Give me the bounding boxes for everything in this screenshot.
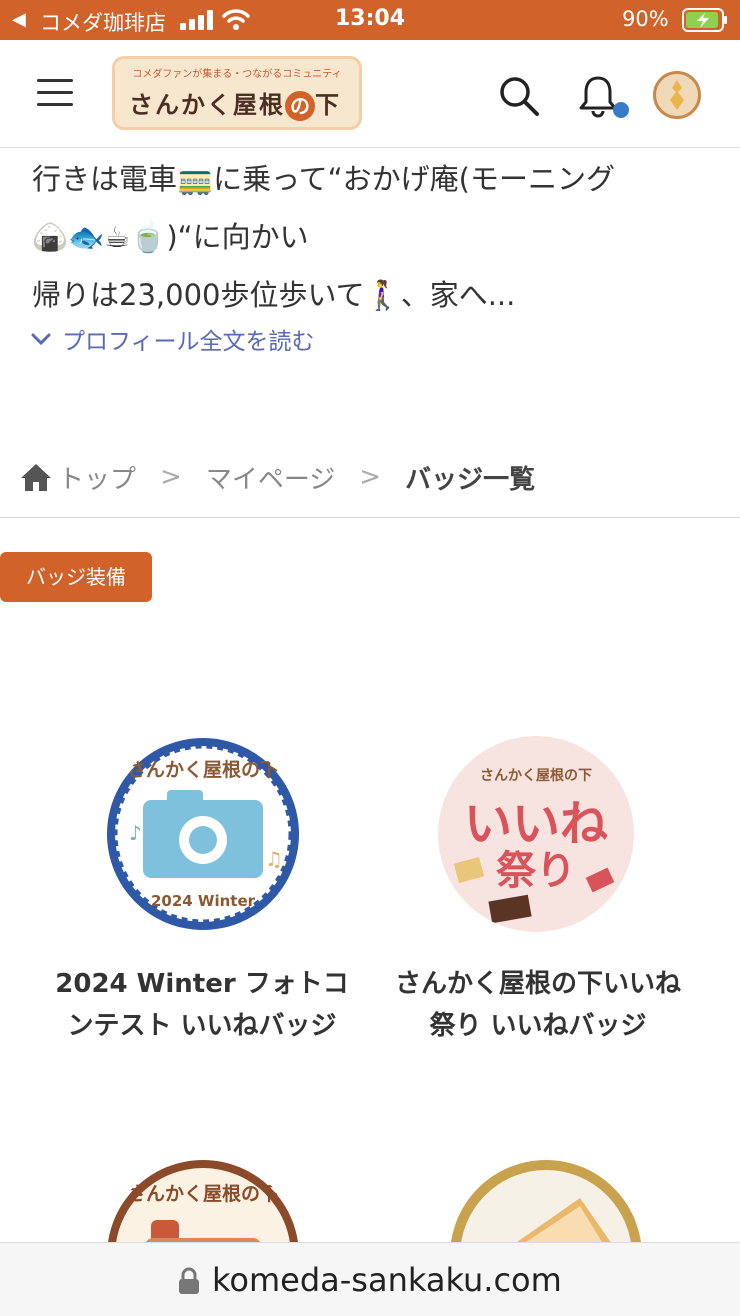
divider [0, 517, 740, 518]
profile-text: 行きは電車🚃に乗って“おかげ庵(モーニング 🍙🐟☕🍵)“に向かい 帰りは23,0… [32, 150, 722, 324]
equip-badge-button[interactable]: バッジ装備 [0, 552, 152, 602]
breadcrumb-separator: > [160, 462, 182, 492]
notification-dot [613, 102, 629, 118]
site-header: コメダファンが集まる・つながるコミュニティ さんかく屋根の下 [0, 40, 740, 148]
svg-text:さんかく屋根の下: さんかく屋根の下 [127, 758, 279, 781]
read-full-profile-link[interactable]: プロフィール全文を読む [30, 322, 315, 356]
profile-line: 帰りは23,000歩位歩いて🚶‍♀️、家へ... [32, 278, 516, 312]
profile-line: 行きは電車🚃に乗って“おかげ庵(モーニング [32, 162, 615, 196]
chevron-down-icon [31, 333, 51, 346]
read-more-label: プロフィール全文を読む [62, 329, 315, 355]
svg-text:♫: ♫ [265, 847, 283, 871]
svg-text:さんかく屋根の下: さんかく屋根の下 [480, 767, 592, 784]
url-text[interactable]: komeda-sankaku.com [212, 1261, 562, 1299]
battery-charging-icon [682, 8, 727, 32]
avatar[interactable] [653, 71, 701, 119]
svg-text:いいね: いいね [464, 796, 608, 852]
badge-title: 2024 Winter フォトコ ンテスト いいねバッジ [55, 969, 349, 1041]
logo-title: さんかく屋根の下 [129, 91, 341, 121]
badge-winter-photo-icon[interactable]: さんかく屋根の下 2024 Winter ♪ ♫ [105, 736, 301, 932]
lock-icon [179, 1267, 199, 1294]
svg-text:♪: ♪ [129, 821, 142, 845]
status-bar: ◀ コメダ珈琲店 13:04 90% [0, 0, 740, 40]
home-icon[interactable] [20, 462, 52, 492]
badge-like-festival-icon[interactable]: さんかく屋根の下 いいね 祭り [438, 736, 634, 932]
battery-percent: 90% [622, 7, 669, 31]
breadcrumb-separator: > [359, 462, 382, 492]
search-icon[interactable] [497, 74, 541, 118]
badge-title: さんかく屋根の下いいね 祭り いいねバッジ [394, 969, 681, 1041]
breadcrumb: トップ > マイページ > バッジ一覧 [20, 457, 535, 497]
svg-text:祭り: 祭り [496, 848, 576, 894]
hamburger-menu-icon[interactable] [37, 79, 73, 107]
svg-text:2024 Winter: 2024 Winter [151, 892, 256, 910]
svg-text:さんかく屋根の下: さんかく屋根の下 [127, 1182, 279, 1205]
browser-url-bar[interactable]: komeda-sankaku.com [0, 1242, 740, 1316]
breadcrumb-mypage[interactable]: マイページ [206, 459, 335, 496]
logo-tagline: コメダファンが集まる・つながるコミュニティ [132, 69, 342, 80]
profile-line: 🍙🐟☕🍵)“に向かい [32, 220, 309, 254]
breadcrumb-current: バッジ一覧 [405, 464, 536, 495]
breadcrumb-home[interactable]: トップ [58, 459, 136, 496]
site-logo[interactable]: コメダファンが集まる・つながるコミュニティ さんかく屋根の下 [112, 56, 362, 130]
avatar-illustration-icon [670, 80, 684, 110]
